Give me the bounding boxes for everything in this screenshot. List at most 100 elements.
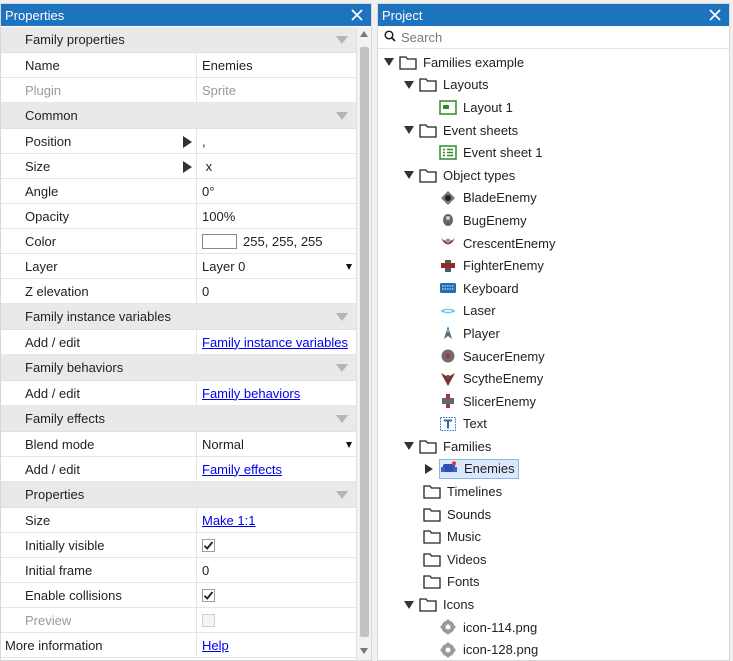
row-angle: Angle 0°: [1, 179, 356, 204]
tree-node-root[interactable]: Families example: [378, 51, 729, 74]
collapse-icon[interactable]: [336, 111, 348, 120]
help-link[interactable]: Help: [202, 638, 229, 653]
color-value[interactable]: 255, 255, 255: [243, 234, 323, 249]
opacity-field[interactable]: 100%: [197, 204, 356, 228]
project-title: Project: [382, 7, 423, 23]
angle-field[interactable]: 0°: [197, 179, 356, 203]
section-properties[interactable]: Properties: [1, 482, 356, 508]
properties-title: Properties: [5, 7, 65, 23]
enable-collisions-checkbox[interactable]: [202, 588, 215, 602]
section-common[interactable]: Common: [1, 103, 356, 129]
folder-icon: [423, 529, 441, 545]
tree-node-event-sheets[interactable]: Event sheets: [378, 119, 729, 142]
expand-toggle[interactable]: [383, 56, 395, 68]
expand-arrow-icon[interactable]: [183, 161, 192, 173]
expand-toggle[interactable]: [423, 463, 435, 475]
section-family-effects[interactable]: Family effects: [1, 406, 356, 432]
project-panel: Project Families example Layouts Layout …: [377, 3, 730, 661]
tree-node-enemies[interactable]: Enemies: [378, 458, 729, 481]
tree-node-object-fighterenemy[interactable]: FighterEnemy: [378, 254, 729, 277]
scroll-up-icon[interactable]: [360, 31, 368, 37]
tree-node-object-keyboard[interactable]: Keyboard: [378, 277, 729, 300]
row-z-elevation: Z elevation 0: [1, 279, 356, 304]
tree-node-icon-file[interactable]: icon-114.png: [378, 616, 729, 639]
row-enable-collisions: Enable collisions: [1, 583, 356, 608]
tree-node-event-sheet-1[interactable]: Event sheet 1: [378, 141, 729, 164]
scroll-down-icon[interactable]: [360, 648, 368, 654]
project-titlebar: Project: [378, 4, 729, 26]
section-family-properties[interactable]: Family properties: [1, 27, 356, 53]
tree-node-object-player[interactable]: Player: [378, 322, 729, 345]
color-swatch[interactable]: [202, 233, 237, 249]
tree-node-fonts[interactable]: Fonts: [378, 571, 729, 594]
expand-toggle[interactable]: [403, 440, 415, 452]
size-field[interactable]: x: [197, 154, 356, 178]
initial-frame-field[interactable]: 0: [197, 558, 356, 582]
keyboard-icon: [439, 280, 457, 296]
collapse-icon[interactable]: [336, 363, 348, 372]
position-field[interactable]: ,: [197, 129, 356, 153]
tree-node-object-laser[interactable]: Laser: [378, 300, 729, 323]
z-elevation-field[interactable]: 0: [197, 279, 356, 303]
tree-node-icon-file[interactable]: icon-128.png: [378, 638, 729, 660]
dropdown-arrow-icon: [346, 442, 352, 448]
layer-select[interactable]: Layer 0: [197, 254, 356, 278]
tree-node-object-saucerenemy[interactable]: SaucerEnemy: [378, 345, 729, 368]
expand-toggle[interactable]: [403, 79, 415, 91]
folder-icon: [423, 574, 441, 590]
collapse-icon[interactable]: [336, 490, 348, 499]
properties-scrollbar[interactable]: [356, 27, 371, 660]
family-behaviors-link[interactable]: Family behaviors: [202, 386, 300, 401]
tree-node-object-slicerenemy[interactable]: SlicerEnemy: [378, 390, 729, 413]
tree-node-object-bugenemy[interactable]: BugEnemy: [378, 209, 729, 232]
blend-mode-select[interactable]: Normal: [197, 432, 356, 456]
properties-panel: Properties Family properties Name Enemie…: [0, 3, 372, 661]
object-type-list: BladeEnemy BugEnemy CrescentEnemy FighterEn…: [378, 187, 729, 436]
folder-icon: [423, 484, 441, 500]
player-icon: [439, 325, 457, 341]
expand-toggle[interactable]: [403, 124, 415, 136]
expand-arrow-icon[interactable]: [183, 136, 192, 148]
search-icon: [384, 29, 396, 45]
name-field[interactable]: Enemies: [197, 53, 356, 77]
tree-node-timelines[interactable]: Timelines: [378, 480, 729, 503]
row-position: Position ,: [1, 129, 356, 154]
tree-node-object-scytheenemy[interactable]: ScytheEnemy: [378, 367, 729, 390]
tree-node-icons[interactable]: Icons: [378, 593, 729, 616]
family-instance-variables-link[interactable]: Family instance variables: [202, 335, 348, 350]
expand-toggle[interactable]: [403, 169, 415, 181]
expand-toggle[interactable]: [403, 599, 415, 611]
tree-node-sounds[interactable]: Sounds: [378, 503, 729, 526]
folder-icon: [423, 551, 441, 567]
tree-node-music[interactable]: Music: [378, 525, 729, 548]
close-icon[interactable]: [349, 7, 365, 23]
tree-node-object-text[interactable]: Text: [378, 413, 729, 436]
tree-node-videos[interactable]: Videos: [378, 548, 729, 571]
tree-node-layouts[interactable]: Layouts: [378, 74, 729, 97]
section-family-instance-variables[interactable]: Family instance variables: [1, 304, 356, 330]
caret-down-icon: [404, 171, 414, 180]
tree-node-object-crescentenemy[interactable]: CrescentEnemy: [378, 232, 729, 255]
tree-node-layout-1[interactable]: Layout 1: [378, 96, 729, 119]
caret-down-icon: [404, 126, 414, 135]
tree-node-object-bladeenemy[interactable]: BladeEnemy: [378, 187, 729, 210]
scrollbar-thumb[interactable]: [360, 47, 369, 637]
family-effects-link[interactable]: Family effects: [202, 462, 282, 477]
collapse-icon[interactable]: [336, 414, 348, 423]
bugenemy-icon: [439, 212, 457, 228]
row-prop-size: Size Make 1:1: [1, 508, 356, 533]
row-initially-visible: Initially visible: [1, 533, 356, 558]
tree-node-object-types[interactable]: Object types: [378, 164, 729, 187]
folder-icon: [419, 167, 437, 183]
collapse-icon[interactable]: [336, 35, 348, 44]
row-size: Size x: [1, 154, 356, 179]
row-effects: Add / edit Family effects: [1, 457, 356, 482]
initially-visible-checkbox[interactable]: [202, 538, 215, 552]
family-enemy-icon: [440, 461, 458, 477]
make-1-1-link[interactable]: Make 1:1: [202, 513, 255, 528]
section-family-behaviors[interactable]: Family behaviors: [1, 355, 356, 381]
tree-node-families[interactable]: Families: [378, 435, 729, 458]
close-icon[interactable]: [707, 7, 723, 23]
search-input[interactable]: [401, 29, 701, 45]
collapse-icon[interactable]: [336, 312, 348, 321]
